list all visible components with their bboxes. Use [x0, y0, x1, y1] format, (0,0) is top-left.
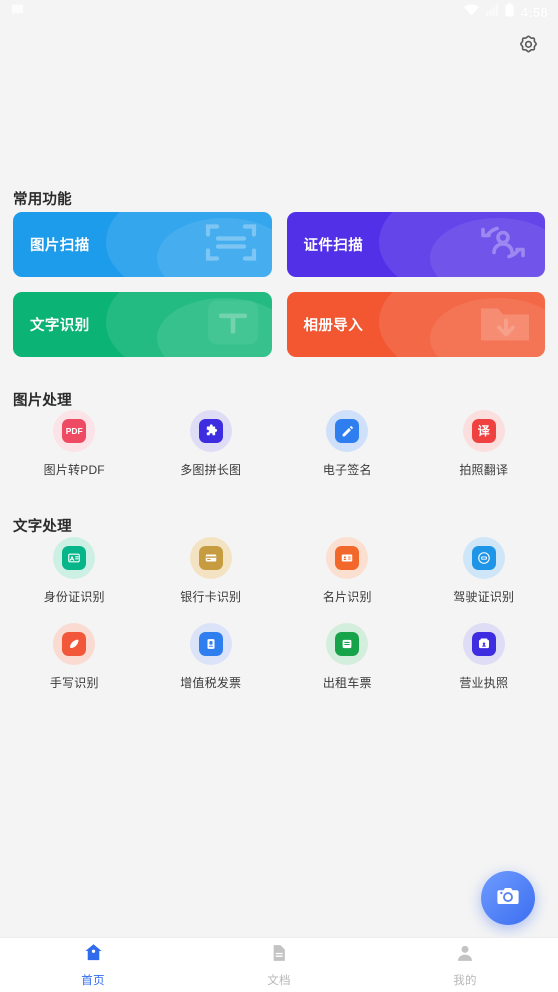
wifi-icon: [463, 3, 479, 21]
tile-label: 增值税发票: [180, 676, 242, 690]
card-text-recognition[interactable]: 文字识别: [13, 292, 272, 357]
business-card-icon: [335, 546, 360, 570]
tile-halo: [462, 537, 505, 579]
business-license-icon: [471, 632, 496, 656]
status-bar-left: [10, 2, 25, 22]
document-scan-icon: [204, 220, 258, 269]
tile-label: 电子签名: [322, 463, 372, 477]
pencil-sign-icon: [335, 419, 360, 443]
card-album-import[interactable]: 相册导入: [286, 292, 545, 357]
status-bar-right: 4:58: [463, 2, 548, 22]
gear-icon: [517, 34, 540, 62]
tile-halo: 译: [462, 410, 505, 452]
tile-business-card-recognition[interactable]: 名片识别: [279, 537, 416, 605]
tile-photo-translate[interactable]: 译 拍照翻译: [416, 410, 553, 478]
id-card-icon: [62, 546, 87, 570]
section-title-image: 图片处理: [13, 393, 72, 409]
nav-label: 文档: [267, 974, 291, 987]
section-title-common: 常用功能: [13, 192, 72, 208]
section-title-text: 文字处理: [13, 519, 72, 535]
translate-icon-label: 译: [477, 424, 490, 438]
tile-label: 营业执照: [459, 676, 509, 690]
tile-halo: [189, 623, 232, 665]
bank-card-icon: [198, 546, 223, 570]
tile-label: 名片识别: [322, 590, 372, 604]
signal-icon: [485, 3, 498, 21]
home-icon: [83, 942, 104, 968]
tile-halo: [326, 537, 369, 579]
text-t-icon: [207, 300, 258, 349]
nav-item-profile[interactable]: 我的: [372, 938, 558, 992]
camera-icon: [495, 883, 521, 914]
tile-label: 拍照翻译: [459, 463, 509, 477]
image-processing-grid: PDF 图片转PDF 多图拼长图 电子签名 译 拍照翻译: [0, 410, 558, 478]
person-icon: [455, 943, 475, 968]
tile-e-signature[interactable]: 电子签名: [279, 410, 416, 478]
id-person-rotate-icon: [475, 220, 531, 269]
nav-label: 首页: [81, 975, 105, 987]
tile-label: 手写识别: [49, 676, 99, 690]
pdf-icon-label: PDF: [65, 425, 83, 436]
translate-icon: 译: [471, 419, 496, 443]
card-id-scan[interactable]: 证件扫描: [286, 212, 545, 277]
tile-halo: [189, 410, 232, 452]
tile-halo: [462, 623, 505, 665]
battery-icon: [505, 2, 514, 22]
taxi-receipt-icon: [335, 632, 360, 656]
tile-label: 身份证识别: [43, 590, 105, 604]
status-bar: 4:58: [0, 0, 558, 24]
nav-item-documents[interactable]: 文档: [186, 938, 372, 992]
bottom-navigation: 首页 文档 我的: [0, 937, 558, 992]
message-icon: [10, 2, 25, 22]
tile-label: 图片转PDF: [43, 463, 105, 477]
tile-halo: [326, 410, 369, 452]
document-icon: [269, 943, 289, 968]
tile-drivers-license-recognition[interactable]: 驾驶证识别: [416, 537, 553, 605]
tile-id-card-recognition[interactable]: 身份证识别: [6, 537, 143, 605]
handwriting-icon: [62, 632, 87, 656]
tile-taxi-receipt[interactable]: 出租车票: [279, 623, 416, 691]
card-label: 文字识别: [30, 318, 90, 334]
tile-halo: [53, 537, 96, 579]
pdf-icon: PDF: [62, 419, 87, 443]
tile-image-to-pdf[interactable]: PDF 图片转PDF: [6, 410, 143, 478]
nav-item-home[interactable]: 首页: [0, 938, 186, 992]
tile-label: 驾驶证识别: [453, 590, 515, 604]
settings-button[interactable]: [510, 30, 546, 66]
tile-handwriting-recognition[interactable]: 手写识别: [6, 623, 143, 691]
tile-label: 多图拼长图: [180, 463, 242, 477]
card-label: 证件扫描: [303, 238, 364, 254]
camera-fab-button[interactable]: [481, 871, 535, 925]
common-function-cards: 图片扫描 证件扫描 文字识别 相册导入: [0, 212, 558, 357]
card-image-scan[interactable]: 图片扫描: [13, 212, 272, 277]
status-bar-clock: 4:58: [520, 4, 548, 20]
folder-download-icon: [479, 300, 531, 349]
nav-label: 我的: [453, 974, 477, 987]
tile-business-license[interactable]: 营业执照: [416, 623, 553, 691]
tile-halo: [53, 623, 96, 665]
tile-bank-card-recognition[interactable]: 银行卡识别: [143, 537, 280, 605]
card-label: 图片扫描: [30, 238, 90, 254]
tile-stitch-images[interactable]: 多图拼长图: [143, 410, 280, 478]
text-processing-grid: 身份证识别 银行卡识别 名片识别 驾驶证识别 手写识别 增值税发票 出租车票 营…: [0, 537, 558, 691]
vat-invoice-icon: [198, 632, 223, 656]
tile-vat-invoice[interactable]: 增值税发票: [143, 623, 280, 691]
app-root: 4:58 常用功能 图片扫描 证件扫描 文字识别 相册导入 图片处理 PDF 图…: [0, 0, 558, 992]
tile-halo: PDF: [53, 410, 96, 452]
tile-halo: [326, 623, 369, 665]
card-label: 相册导入: [303, 318, 364, 334]
tile-halo: [189, 537, 232, 579]
tile-label: 出租车票: [322, 676, 372, 690]
tile-label: 银行卡识别: [180, 590, 242, 604]
drivers-license-icon: [471, 546, 496, 570]
puzzle-icon: [198, 419, 223, 443]
